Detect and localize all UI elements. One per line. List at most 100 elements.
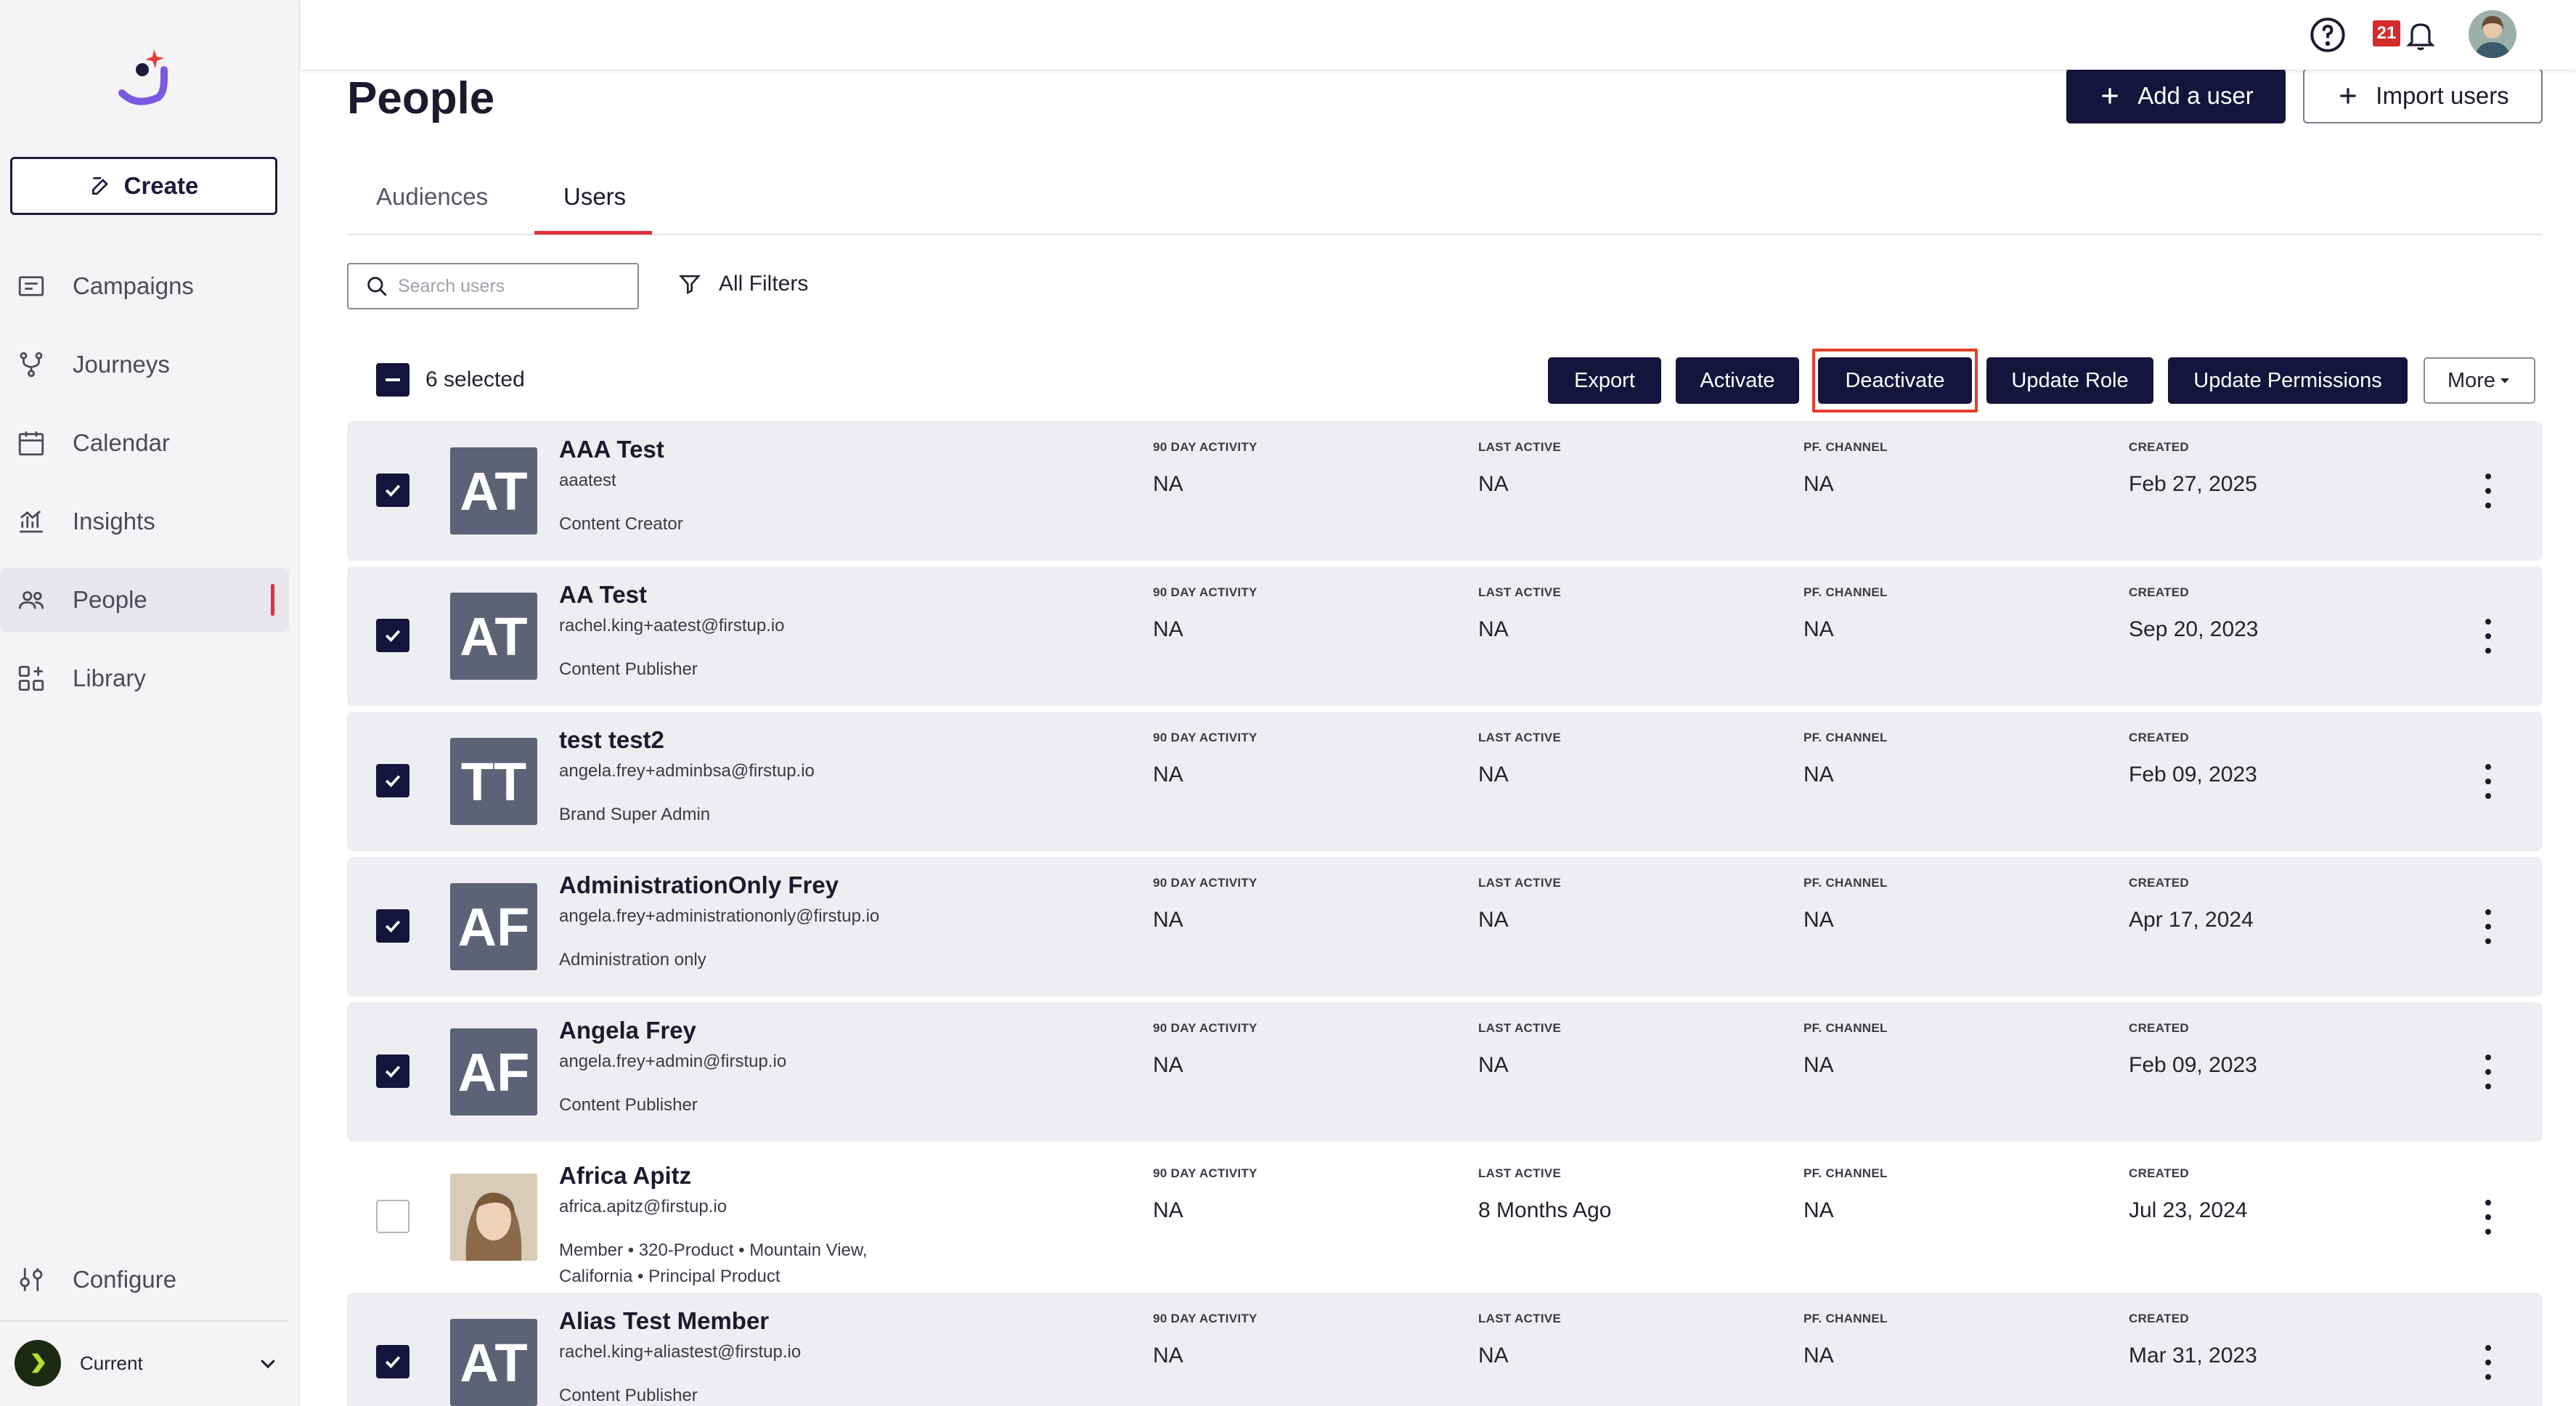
user-email: rachel.king+aatest@firstup.io bbox=[559, 616, 785, 635]
import-users-button[interactable]: Import users bbox=[2303, 68, 2543, 123]
column-value-created: Jul 23, 2024 bbox=[2129, 1198, 2248, 1222]
sidebar-item-people[interactable]: People bbox=[0, 568, 289, 632]
import-users-label: Import users bbox=[2376, 82, 2509, 109]
row-menu-icon[interactable] bbox=[2477, 614, 2499, 658]
workspace-switcher[interactable]: Current bbox=[15, 1339, 283, 1387]
deactivate-highlight bbox=[1812, 349, 1978, 413]
update-role-button[interactable]: Update Role bbox=[1986, 357, 2153, 404]
create-button[interactable]: Create bbox=[10, 157, 277, 215]
sidebar: Create Campaigns Journeys Calendar Insig… bbox=[0, 0, 301, 1406]
notification-count-badge[interactable]: 21 bbox=[2373, 20, 2400, 46]
row-menu-icon[interactable] bbox=[2477, 1341, 2499, 1384]
column-label-channel: PF. CHANNEL bbox=[1803, 876, 1888, 890]
row-checkbox[interactable] bbox=[376, 474, 409, 507]
column-value-last-active: NA bbox=[1478, 617, 1509, 641]
column-value-activity: NA bbox=[1153, 908, 1183, 932]
row-checkbox[interactable] bbox=[376, 1345, 409, 1378]
add-user-button[interactable]: Add a user bbox=[2066, 68, 2286, 123]
user-role: Content Publisher bbox=[559, 659, 698, 679]
bell-icon[interactable] bbox=[2403, 16, 2438, 54]
user-name[interactable]: AAA Test bbox=[559, 436, 664, 463]
column-label-activity: 90 DAY ACTIVITY bbox=[1153, 731, 1258, 744]
more-button[interactable]: More bbox=[2424, 357, 2535, 404]
update-permissions-button[interactable]: Update Permissions bbox=[2168, 357, 2408, 404]
column-label-last-active: LAST ACTIVE bbox=[1478, 1166, 1562, 1180]
sidebar-item-configure[interactable]: Configure bbox=[0, 1248, 290, 1312]
user-list: AT AAA Test aaatest Content Creator 90 DAY A… bbox=[347, 421, 2543, 1406]
search-icon bbox=[367, 277, 387, 296]
column-value-activity: NA bbox=[1153, 1344, 1183, 1368]
user-name[interactable]: AA Test bbox=[559, 581, 647, 609]
column-value-activity: NA bbox=[1153, 763, 1183, 787]
row-checkbox[interactable] bbox=[376, 1054, 409, 1088]
user-avatar[interactable] bbox=[2469, 10, 2516, 58]
user-row[interactable]: AT Alias Test Member rachel.king+aliastest… bbox=[347, 1293, 2543, 1406]
select-all-checkbox[interactable] bbox=[376, 363, 409, 397]
row-menu-icon[interactable] bbox=[2477, 1050, 2499, 1094]
user-role: Brand Super Admin bbox=[559, 805, 711, 824]
row-menu-icon[interactable] bbox=[2477, 1195, 2499, 1239]
user-name[interactable]: Alias Test Member bbox=[559, 1307, 769, 1335]
column-label-activity: 90 DAY ACTIVITY bbox=[1153, 440, 1258, 454]
user-row[interactable]: Africa Apitz africa.apitz@firstup.io Membe… bbox=[347, 1147, 2543, 1287]
configure-icon bbox=[16, 1264, 46, 1295]
help-icon[interactable] bbox=[2309, 16, 2347, 54]
column-label-channel: PF. CHANNEL bbox=[1803, 731, 1888, 744]
column-label-channel: PF. CHANNEL bbox=[1803, 1166, 1888, 1180]
user-row[interactable]: AT AAA Test aaatest Content Creator 90 DAY A… bbox=[347, 421, 2543, 561]
sidebar-item-label: Configure bbox=[73, 1266, 177, 1293]
column-label-channel: PF. CHANNEL bbox=[1803, 1021, 1888, 1035]
column-label-created: CREATED bbox=[2129, 1021, 2190, 1035]
column-value-channel: NA bbox=[1803, 472, 1834, 496]
all-filters-button[interactable]: All Filters bbox=[678, 272, 808, 296]
column-label-created: CREATED bbox=[2129, 440, 2190, 454]
user-row[interactable]: AF AdministrationOnly Frey angela.frey+adm… bbox=[347, 857, 2543, 996]
user-name[interactable]: Africa Apitz bbox=[559, 1162, 691, 1190]
export-button[interactable]: Export bbox=[1548, 357, 1661, 404]
column-label-activity: 90 DAY ACTIVITY bbox=[1153, 876, 1258, 890]
user-row[interactable]: AT AA Test rachel.king+aatest@firstup.io Co… bbox=[347, 566, 2543, 706]
user-role: Administration only bbox=[559, 950, 706, 970]
activate-button[interactable]: Activate bbox=[1676, 357, 1799, 404]
people-icon bbox=[16, 585, 46, 615]
column-value-activity: NA bbox=[1153, 472, 1183, 496]
checkmark-icon bbox=[385, 484, 401, 497]
sidebar-item-calendar[interactable]: Calendar bbox=[0, 411, 290, 475]
tab-audiences[interactable]: Audiences bbox=[376, 183, 488, 211]
user-name[interactable]: test test2 bbox=[559, 726, 664, 754]
row-checkbox[interactable] bbox=[376, 1200, 409, 1233]
tab-users[interactable]: Users bbox=[563, 183, 626, 211]
row-checkbox[interactable] bbox=[376, 619, 409, 652]
more-label: More bbox=[2447, 368, 2496, 392]
user-name[interactable]: Angela Frey bbox=[559, 1017, 696, 1044]
user-row[interactable]: AF Angela Frey angela.frey+admin@firstup.i… bbox=[347, 1002, 2543, 1142]
tab-bar: Audiences Users bbox=[347, 166, 2543, 235]
column-value-last-active: 8 Months Ago bbox=[1478, 1198, 1612, 1222]
sidebar-item-label: People bbox=[73, 586, 147, 613]
row-menu-icon[interactable] bbox=[2477, 760, 2499, 803]
user-role: Content Publisher bbox=[559, 1095, 698, 1115]
column-label-last-active: LAST ACTIVE bbox=[1478, 585, 1562, 599]
sidebar-item-campaigns[interactable]: Campaigns bbox=[0, 254, 290, 318]
column-value-channel: NA bbox=[1803, 617, 1834, 641]
sidebar-item-library[interactable]: Library bbox=[0, 646, 290, 710]
user-row[interactable]: TT test test2 angela.frey+adminbsa@firstup… bbox=[347, 712, 2543, 851]
user-name[interactable]: AdministrationOnly Frey bbox=[559, 871, 839, 899]
sidebar-item-insights[interactable]: Insights bbox=[0, 489, 290, 553]
firstup-logo[interactable] bbox=[116, 41, 174, 113]
row-checkbox[interactable] bbox=[376, 764, 409, 797]
library-icon bbox=[16, 663, 46, 694]
calendar-icon bbox=[16, 428, 46, 458]
column-label-activity: 90 DAY ACTIVITY bbox=[1153, 1312, 1258, 1325]
chevron-down-icon bbox=[261, 1360, 275, 1369]
search-box[interactable] bbox=[347, 263, 639, 309]
row-menu-icon[interactable] bbox=[2477, 469, 2499, 513]
user-email: angela.frey+adminbsa@firstup.io bbox=[559, 761, 815, 781]
plus-icon bbox=[2102, 88, 2118, 104]
sidebar-item-journeys[interactable]: Journeys bbox=[0, 333, 290, 397]
search-input[interactable] bbox=[398, 275, 630, 297]
column-value-last-active: NA bbox=[1478, 472, 1509, 496]
row-checkbox[interactable] bbox=[376, 909, 409, 943]
create-label: Create bbox=[123, 172, 199, 199]
row-menu-icon[interactable] bbox=[2477, 905, 2499, 948]
